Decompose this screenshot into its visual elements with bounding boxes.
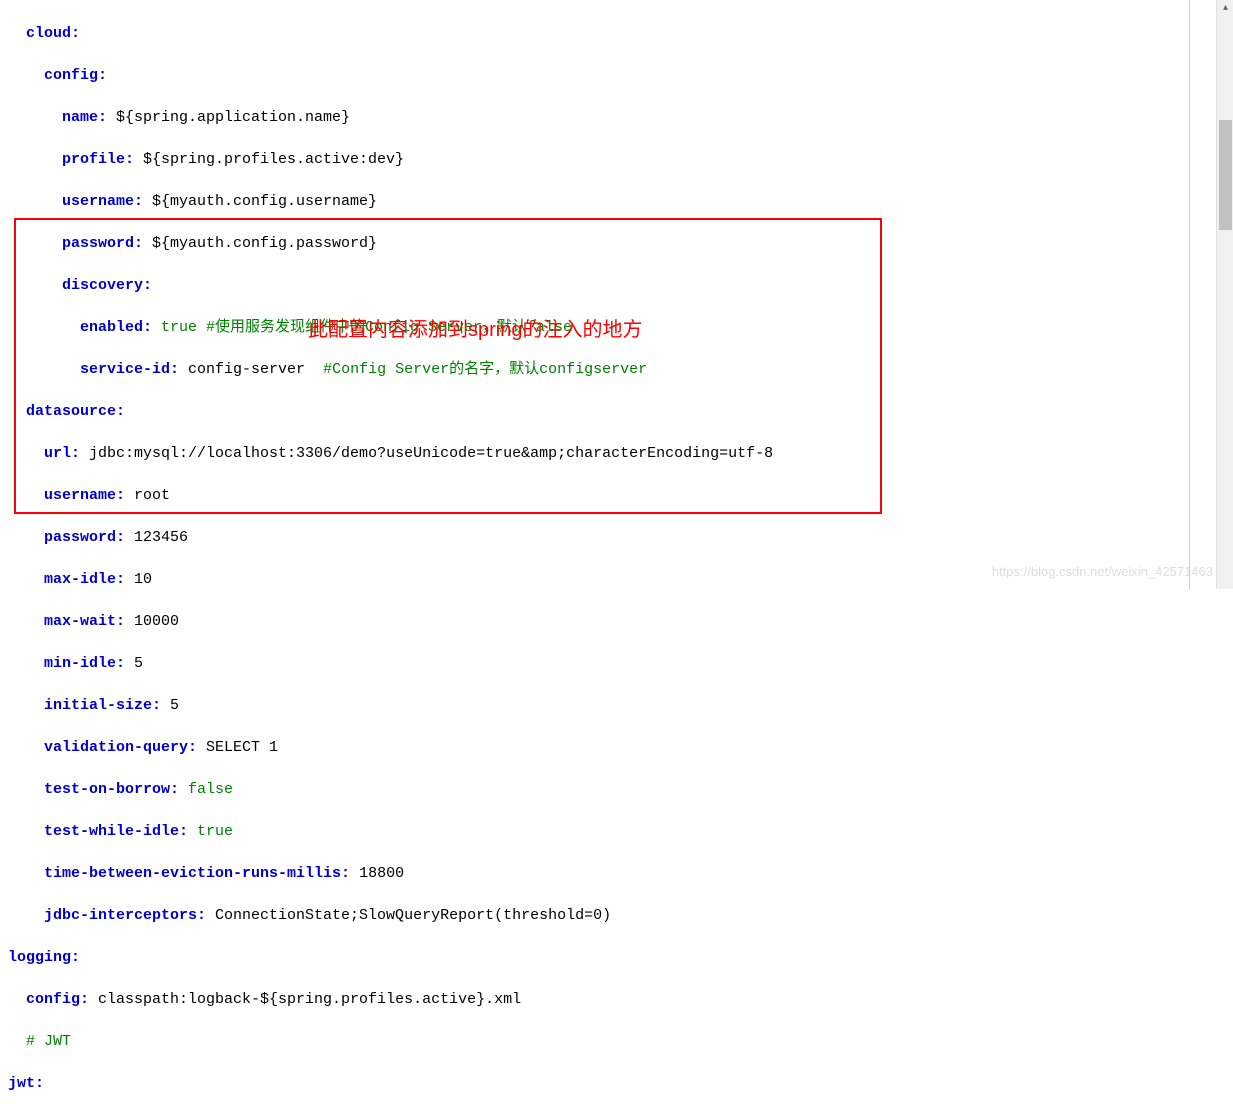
yaml-comment: # JWT (26, 1033, 71, 1050)
yaml-value: false (179, 781, 233, 798)
yaml-key: password: (62, 235, 143, 252)
yaml-value: true (152, 319, 197, 336)
yaml-value: ${spring.application.name} (107, 109, 350, 126)
yaml-key: cloud: (26, 25, 80, 42)
yaml-key: test-while-idle: (44, 823, 188, 840)
yaml-value: classpath:logback-${spring.profiles.acti… (89, 991, 521, 1008)
yaml-key: logging: (8, 949, 80, 966)
yaml-value: 5 (161, 697, 179, 714)
yaml-value: config-server (179, 361, 323, 378)
yaml-key: time-between-eviction-runs-millis: (44, 865, 350, 882)
yaml-value: 5 (125, 655, 143, 672)
yaml-key: config: (26, 991, 89, 1008)
yaml-comment: #Config Server的名字，默认configserver (323, 361, 647, 378)
yaml-key: service-id: (80, 361, 179, 378)
yaml-key: url: (44, 445, 80, 462)
yaml-value: root (125, 487, 170, 504)
yaml-key: validation-query: (44, 739, 197, 756)
yaml-comment: #使用服务发现组件中的Config Server，默认false (197, 319, 572, 336)
yaml-key: max-wait: (44, 613, 125, 630)
yaml-value: 10 (125, 571, 152, 588)
yaml-key: username: (62, 193, 143, 210)
scrollbar-thumb[interactable] (1219, 120, 1232, 230)
yaml-value: SELECT 1 (197, 739, 278, 756)
yaml-value: jdbc:mysql://localhost:3306/demo?useUnic… (80, 445, 773, 462)
yaml-value: 18800 (350, 865, 404, 882)
scrollbar-vertical[interactable]: ▴ (1216, 0, 1233, 589)
code-editor: cloud: config: name: ${spring.applicatio… (0, 0, 1190, 589)
yaml-key: enabled: (80, 319, 152, 336)
yaml-key: test-on-borrow: (44, 781, 179, 798)
yaml-value: true (188, 823, 233, 840)
yaml-key: config: (44, 67, 107, 84)
yaml-key: name: (62, 109, 107, 126)
yaml-key: jdbc-interceptors: (44, 907, 206, 924)
yaml-value: 10000 (125, 613, 179, 630)
yaml-key: discovery: (62, 277, 152, 294)
yaml-key: datasource: (26, 403, 125, 420)
yaml-value: ${myauth.config.username} (143, 193, 377, 210)
yaml-key: max-idle: (44, 571, 125, 588)
yaml-value: 123456 (125, 529, 188, 546)
yaml-key: username: (44, 487, 125, 504)
yaml-key: profile: (62, 151, 134, 168)
yaml-key: min-idle: (44, 655, 125, 672)
scrollbar-arrow-up-icon[interactable]: ▴ (1217, 0, 1233, 17)
yaml-key: jwt: (8, 1075, 44, 1092)
yaml-key: password: (44, 529, 125, 546)
yaml-value: ${myauth.config.password} (143, 235, 377, 252)
yaml-value: ${spring.profiles.active:dev} (134, 151, 404, 168)
yaml-key: initial-size: (44, 697, 161, 714)
yaml-value: ConnectionState;SlowQueryReport(threshol… (206, 907, 611, 924)
